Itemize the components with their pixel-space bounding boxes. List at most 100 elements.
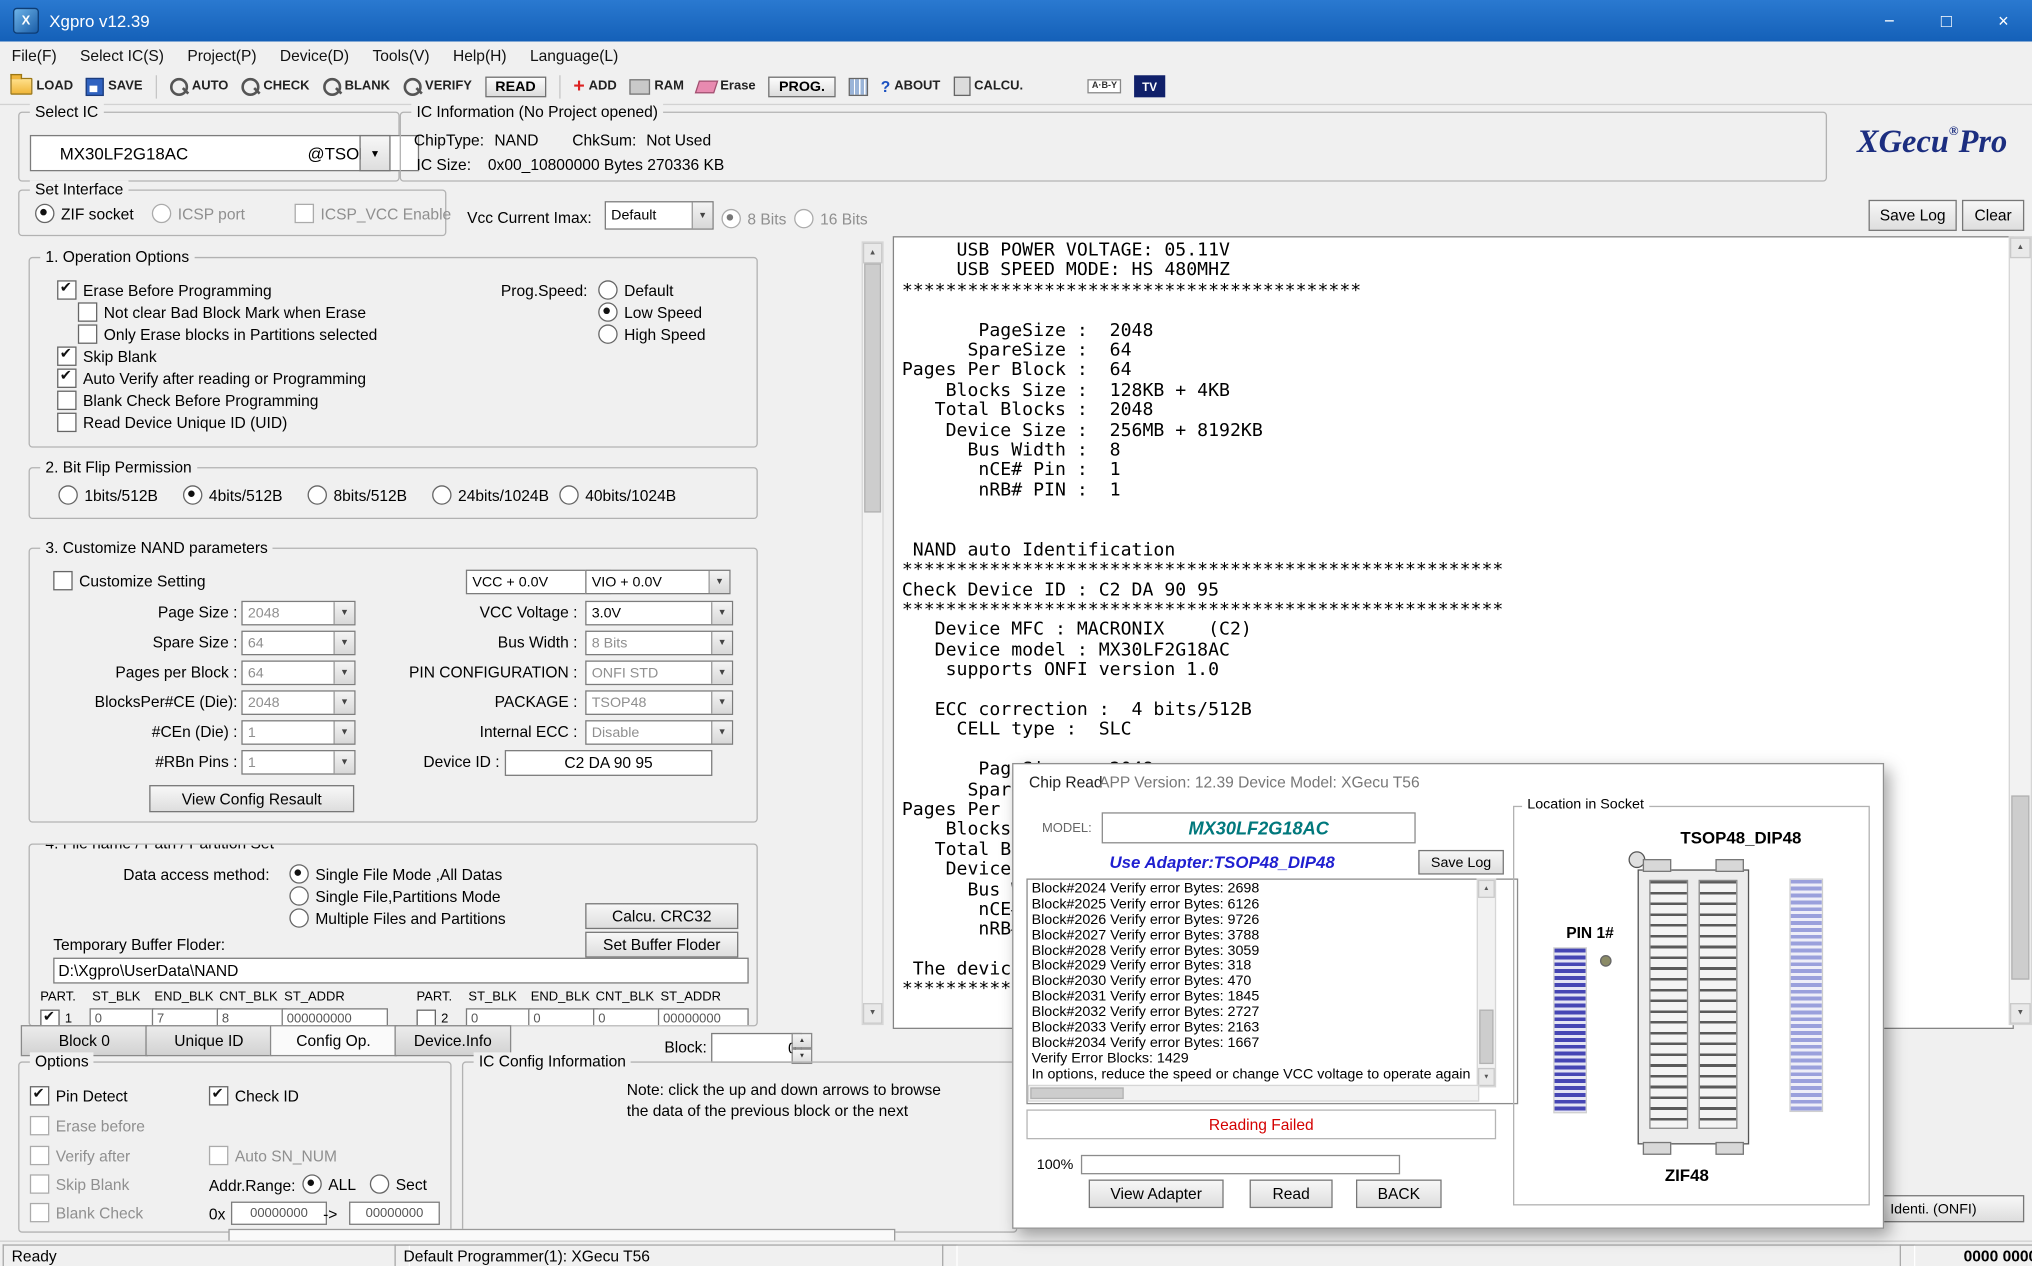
view-adapter-button[interactable]: View Adapter xyxy=(1089,1180,1224,1209)
internal-ecc-select[interactable]: Disable xyxy=(585,720,733,745)
prog-button[interactable]: PROG. xyxy=(769,76,836,97)
partition-row-checkbox[interactable] xyxy=(40,1010,59,1027)
customize-setting-checkbox[interactable]: Customize Setting xyxy=(53,571,205,590)
check-button[interactable]: CHECK xyxy=(241,77,309,95)
set-buffer-folder-button[interactable]: Set Buffer Floder xyxy=(585,932,738,958)
blocks-per-ce-select[interactable]: 2048 xyxy=(241,690,355,715)
menu-item[interactable]: Project(P) xyxy=(176,42,269,69)
scrollbar-thumb[interactable] xyxy=(1479,1010,1493,1064)
auto-verify-checkbox[interactable]: Auto Verify after reading or Programming xyxy=(57,369,366,388)
vio-offset-select[interactable]: VIO + 0.0V xyxy=(585,570,730,595)
cnt-blk-input[interactable]: 8 xyxy=(217,1008,287,1026)
tab-config-op[interactable]: Config Op. xyxy=(270,1025,397,1056)
read-button[interactable]: READ xyxy=(485,76,546,97)
close-icon[interactable]: × xyxy=(1975,0,2032,42)
read-uid-checkbox[interactable]: Read Device Unique ID (UID) xyxy=(57,413,287,432)
scrollbar-thumb[interactable] xyxy=(2011,795,2029,979)
page-size-select[interactable]: 2048 xyxy=(241,601,355,626)
clear-button[interactable]: Clear xyxy=(1962,200,2024,231)
single-file-partitions-radio[interactable]: Single File,Partitions Mode xyxy=(289,886,500,905)
auto-sn-checkbox[interactable]: Auto SN_NUM xyxy=(209,1146,337,1165)
verify-after-checkbox[interactable]: Verify after xyxy=(30,1146,130,1165)
scrollbar-thumb[interactable] xyxy=(1030,1087,1123,1099)
cen-die-select[interactable]: 1 xyxy=(241,720,355,745)
scroll-down-icon[interactable]: ▼ xyxy=(863,1003,882,1024)
speed-low-radio[interactable]: Low Speed xyxy=(598,302,702,321)
calcu-button[interactable]: CALCU. xyxy=(953,77,1023,96)
minimize-icon[interactable]: − xyxy=(1861,0,1918,42)
tab-unique-id[interactable]: Unique ID xyxy=(145,1025,272,1056)
load-button[interactable]: LOAD xyxy=(10,78,73,95)
end-blk-input[interactable]: 0 xyxy=(528,1008,598,1026)
speed-high-radio[interactable]: High Speed xyxy=(598,324,705,343)
menu-item[interactable]: Language(L) xyxy=(518,42,630,69)
speed-default-radio[interactable]: Default xyxy=(598,280,673,299)
menu-item[interactable]: Select IC(S) xyxy=(68,42,175,69)
bitflip-4bits-radio[interactable]: 4bits/512B xyxy=(183,485,283,504)
blank-check-before-checkbox[interactable]: Blank Check Before Programming xyxy=(57,391,318,410)
add-button[interactable]: +ADD xyxy=(573,79,616,93)
menu-item[interactable]: Help(H) xyxy=(441,42,518,69)
bitflip-8bits-radio[interactable]: 8bits/512B xyxy=(308,485,408,504)
menu-item[interactable]: Device(D) xyxy=(268,42,361,69)
addr-all-radio[interactable]: ALL xyxy=(302,1174,356,1193)
buffer-grid-icon[interactable] xyxy=(848,77,867,95)
scrollbar-thumb[interactable] xyxy=(864,263,881,512)
icsp-port-radio[interactable]: ICSP port xyxy=(152,204,245,223)
not-clear-bad-block-checkbox[interactable]: Not clear Bad Block Mark when Erase xyxy=(78,302,366,321)
check-id-checkbox[interactable]: Check ID xyxy=(209,1086,299,1105)
bits8-radio[interactable]: 8 Bits xyxy=(721,209,786,228)
dialog-save-log-button[interactable]: Save Log xyxy=(1418,850,1504,875)
end-blk-input[interactable]: 7 xyxy=(152,1008,222,1026)
blank-check-option-checkbox[interactable]: Blank Check xyxy=(30,1203,143,1222)
block-number-input[interactable]: 0 xyxy=(711,1033,802,1063)
bitflip-1bits-radio[interactable]: 1bits/512B xyxy=(58,485,158,504)
st-blk-input[interactable]: 0 xyxy=(466,1008,531,1026)
single-file-all-radio[interactable]: Single File Mode ,All Datas xyxy=(289,864,502,883)
multiple-files-radio[interactable]: Multiple Files and Partitions xyxy=(289,908,505,927)
addr-from-input[interactable]: 00000000 xyxy=(231,1202,327,1225)
save-button[interactable]: SAVE xyxy=(86,77,142,95)
about-button[interactable]: ?ABOUT xyxy=(881,77,941,95)
erase-before-programming-checkbox[interactable]: Erase Before Programming xyxy=(57,280,272,299)
calc-crc32-button[interactable]: Calcu. CRC32 xyxy=(585,903,738,929)
menu-item[interactable]: Tools(V) xyxy=(361,42,441,69)
st-addr-input[interactable]: 000000000 xyxy=(282,1008,388,1026)
temp-buffer-path-input[interactable]: D:\Xgpro\UserData\NAND xyxy=(53,958,749,984)
list-vertical-scrollbar[interactable]: ▲ ▼ xyxy=(1477,878,1496,1087)
vcc-imax-select[interactable]: Default xyxy=(605,201,714,230)
vcc-voltage-select[interactable]: 3.0V xyxy=(585,601,733,626)
pin-detect-checkbox[interactable]: Pin Detect xyxy=(30,1086,128,1105)
skip-blank-option-checkbox[interactable]: Skip Blank xyxy=(30,1174,130,1193)
auto-button[interactable]: AUTO xyxy=(170,77,229,95)
bus-width-select[interactable]: 8 Bits xyxy=(585,631,733,656)
skip-blank-checkbox[interactable]: Skip Blank xyxy=(57,346,157,365)
log-scrollbar[interactable]: ▲ ▼ xyxy=(2009,236,2032,1025)
zif-socket-radio[interactable]: ZIF socket xyxy=(35,204,134,223)
scroll-down-icon[interactable]: ▼ xyxy=(2010,1003,2031,1024)
scroll-up-icon[interactable]: ▲ xyxy=(1478,880,1495,898)
list-horizontal-scrollbar[interactable] xyxy=(1028,1085,1480,1102)
chip-select-dropdown-button[interactable]: ▼ xyxy=(359,135,390,171)
maximize-icon[interactable]: □ xyxy=(1918,0,1975,42)
scroll-up-icon[interactable]: ▲ xyxy=(2010,237,2031,258)
dialog-read-button[interactable]: Read xyxy=(1250,1180,1333,1209)
left-panel-scrollbar[interactable]: ▲ ▼ xyxy=(862,241,884,1025)
ram-button[interactable]: RAM xyxy=(630,79,684,95)
compare-ab-icon[interactable]: A·B-Y xyxy=(1088,79,1121,93)
scroll-down-icon[interactable]: ▼ xyxy=(1478,1068,1495,1086)
package-select[interactable]: TSOP48 xyxy=(585,690,733,715)
save-log-button[interactable]: Save Log xyxy=(1869,200,1957,231)
st-blk-input[interactable]: 0 xyxy=(90,1008,155,1026)
blank-button[interactable]: BLANK xyxy=(323,77,390,95)
erase-before-checkbox[interactable]: Erase before xyxy=(30,1116,145,1135)
pin-configuration-select[interactable]: ONFI STD xyxy=(585,660,733,685)
bitflip-40bits-radio[interactable]: 40bits/1024B xyxy=(559,485,676,504)
device-id-input[interactable]: C2 DA 90 95 xyxy=(505,750,713,776)
addr-to-input[interactable]: 00000000 xyxy=(349,1202,440,1225)
only-erase-partitions-checkbox[interactable]: Only Erase blocks in Partitions selected xyxy=(78,324,377,343)
icsp-vcc-checkbox[interactable]: ICSP_VCC Enable xyxy=(295,204,452,223)
pages-per-block-select[interactable]: 64 xyxy=(241,660,355,685)
erase-button[interactable]: Erase xyxy=(697,79,756,93)
dialog-back-button[interactable]: BACK xyxy=(1356,1180,1442,1209)
